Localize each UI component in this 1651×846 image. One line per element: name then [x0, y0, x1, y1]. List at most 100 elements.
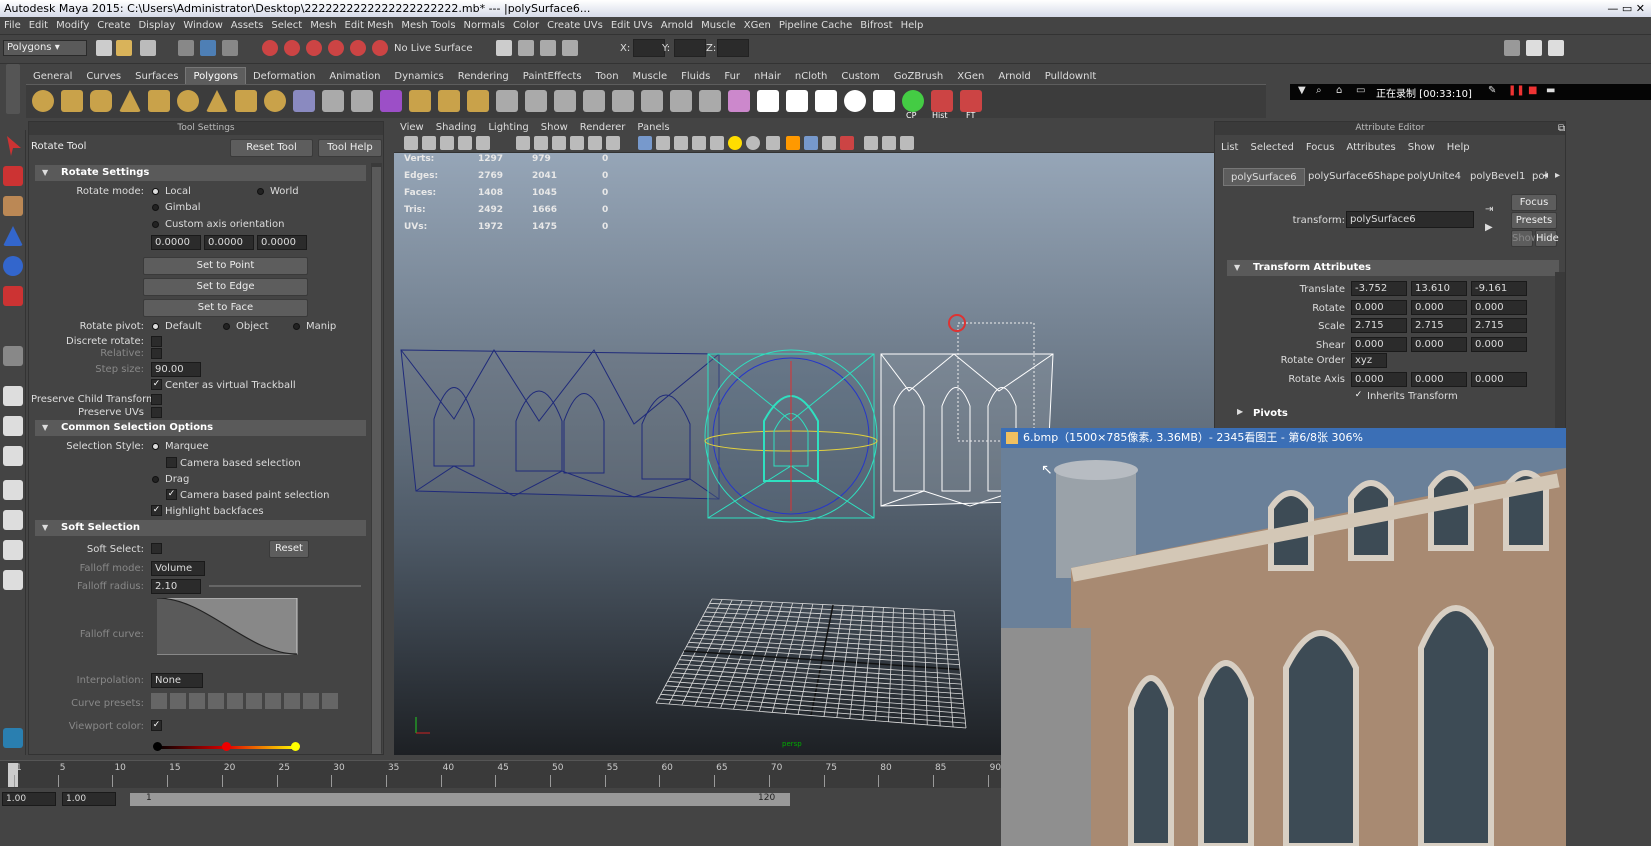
set-to-face-button[interactable]: Set to Face [143, 299, 308, 317]
attr-scale-y-field[interactable]: 2.715 [1411, 318, 1467, 333]
image-viewer-titlebar[interactable]: 6.bmp（1500×785像素, 3.36MB）- 2345看图王 - 第6/… [1001, 428, 1566, 448]
set-to-edge-button[interactable]: Set to Edge [143, 278, 308, 296]
boolean-union-icon[interactable] [409, 90, 431, 112]
open-scene-icon[interactable] [116, 40, 132, 56]
panel-float-icon[interactable]: ⧉ [1558, 123, 1565, 134]
render-view-icon[interactable] [496, 40, 512, 56]
preserve-uvs-checkbox[interactable] [151, 407, 162, 418]
menu-assets[interactable]: Assets [227, 17, 268, 34]
shelf-tab-rendering[interactable]: Rendering [451, 68, 516, 85]
shelf-tab-nhair[interactable]: nHair [747, 68, 788, 85]
menu-bifrost[interactable]: Bifrost [856, 17, 896, 34]
tool-settings-toggle-icon[interactable] [1548, 40, 1564, 56]
pivot-manip-radio[interactable] [293, 323, 300, 330]
relative-checkbox[interactable] [151, 348, 162, 359]
poly-helix-icon[interactable] [264, 90, 286, 112]
smooth-icon[interactable] [380, 90, 402, 112]
falloff-radius-slider[interactable] [209, 585, 361, 587]
color-stop-red-icon[interactable] [222, 742, 231, 751]
curve-preset-5-icon[interactable] [227, 693, 243, 709]
rotate-mode-world-radio[interactable] [257, 188, 264, 195]
insert-edge-loop-icon[interactable] [670, 90, 692, 112]
offset-edge-loop-icon[interactable] [699, 90, 721, 112]
curve-preset-1-icon[interactable] [151, 693, 167, 709]
shelf-tab-deformation[interactable]: Deformation [246, 68, 322, 85]
hide-button[interactable]: Hide [1535, 230, 1559, 247]
attr-rotate-y-field[interactable]: 0.000 [1411, 299, 1467, 315]
menu-window[interactable]: Window [179, 17, 226, 34]
shelf-tab-animation[interactable]: Animation [322, 68, 387, 85]
rotate-mode-gimbal-radio[interactable] [152, 204, 159, 211]
menu-help[interactable]: Help [897, 17, 928, 34]
tab-scroll-left-icon[interactable]: ◂ [1543, 170, 1548, 181]
ae-tab-polybevel1[interactable]: polyBevel1 [1463, 168, 1532, 186]
attr-translate-x-field[interactable]: -3.752 [1351, 281, 1407, 296]
range-bar[interactable]: 1 120 [130, 793, 790, 806]
z-input[interactable] [717, 39, 749, 57]
menu-mesh-tools[interactable]: Mesh Tools [397, 17, 459, 34]
show-button[interactable]: Show [1511, 230, 1539, 247]
attr-rotate-x-field[interactable]: 0.000 [1351, 299, 1407, 315]
pivots-section[interactable]: Pivots [1253, 408, 1288, 419]
make-live-icon[interactable] [372, 40, 388, 56]
ae-tab-polyunite4[interactable]: polyUnite4 [1400, 168, 1468, 186]
custom-axis-z-field[interactable]: 0.0000 [257, 235, 307, 250]
poly-pipe-icon[interactable] [235, 90, 257, 112]
color-stop-yellow-icon[interactable] [291, 742, 300, 751]
lasso-tool-icon[interactable] [3, 166, 23, 186]
bevel-icon[interactable] [641, 90, 663, 112]
attr-rotate-z-field[interactable]: 0.000 [1471, 299, 1527, 315]
menu-display[interactable]: Display [134, 17, 179, 34]
falloff-radius-field[interactable]: 2.10 [151, 579, 201, 594]
combine-icon[interactable] [293, 90, 315, 112]
falloff-mode-select[interactable]: Volume [151, 561, 205, 576]
shelf-tab-fur[interactable]: Fur [717, 68, 747, 85]
tool-settings-scrollbar[interactable] [371, 163, 382, 754]
trackball-checkbox[interactable]: ✓ [151, 379, 162, 390]
ipr-render-icon[interactable] [540, 40, 556, 56]
layout-four-icon[interactable] [3, 416, 23, 436]
curve-preset-3-icon[interactable] [189, 693, 205, 709]
image-viewer-window[interactable]: 6.bmp（1500×785像素, 3.36MB）- 2345看图王 - 第6/… [1001, 428, 1566, 846]
recorder-zoom-icon[interactable]: ⌕ [1316, 85, 1322, 96]
recorder-home-icon[interactable]: ⌂ [1336, 85, 1342, 96]
menu-edit-mesh[interactable]: Edit Mesh [341, 17, 398, 34]
snap-surface-icon[interactable] [350, 40, 366, 56]
attr-scale-x-field[interactable]: 2.715 [1351, 318, 1407, 333]
menu-pipeline-cache[interactable]: Pipeline Cache [775, 17, 856, 34]
step-size-field[interactable]: 90.00 [151, 362, 201, 377]
recorder-stop-icon[interactable]: ■ [1528, 85, 1537, 96]
snap-grid-icon[interactable] [262, 40, 278, 56]
viewport-color-checkbox[interactable]: ✓ [151, 720, 162, 731]
presets-button[interactable]: Presets [1511, 212, 1557, 229]
spherical-mapping-icon[interactable] [815, 90, 837, 112]
scale-tool-icon[interactable] [3, 286, 23, 306]
shelf-tab-curves[interactable]: Curves [79, 68, 128, 85]
drag-radio[interactable] [152, 476, 159, 483]
layout-graph-icon[interactable] [3, 480, 23, 500]
menu-edit[interactable]: Edit [25, 17, 52, 34]
soft-select-checkbox[interactable] [151, 543, 162, 554]
attr-scale-z-field[interactable]: 2.715 [1471, 318, 1527, 333]
curve-presets-buttons[interactable] [151, 693, 341, 709]
menu-color[interactable]: Color [509, 17, 543, 34]
reset-tool-button[interactable]: Reset Tool [230, 139, 313, 157]
camera-paint-checkbox[interactable]: ✓ [166, 489, 177, 500]
shelf-tab-surfaces[interactable]: Surfaces [128, 68, 185, 85]
falloff-curve-graph[interactable] [157, 598, 299, 656]
curve-preset-6-icon[interactable] [246, 693, 262, 709]
save-scene-icon[interactable] [140, 40, 156, 56]
transform-attributes-header[interactable]: Transform Attributes [1227, 260, 1559, 276]
layout-single-icon[interactable] [3, 386, 23, 406]
curve-preset-10-icon[interactable] [322, 693, 338, 709]
menu-create-uvs[interactable]: Create UVs [543, 17, 607, 34]
select-tool-icon[interactable] [7, 136, 21, 156]
shelf-tab-muscle[interactable]: Muscle [626, 68, 675, 85]
layout-hypershade-icon[interactable] [3, 510, 23, 530]
snap-curve-icon[interactable] [284, 40, 300, 56]
recorder-window-icon[interactable]: ▭ [1356, 85, 1365, 96]
new-scene-icon[interactable] [96, 40, 112, 56]
shelf-tab-custom[interactable]: Custom [834, 68, 886, 85]
snap-view-icon[interactable] [328, 40, 344, 56]
poly-cube-icon[interactable] [61, 90, 83, 112]
